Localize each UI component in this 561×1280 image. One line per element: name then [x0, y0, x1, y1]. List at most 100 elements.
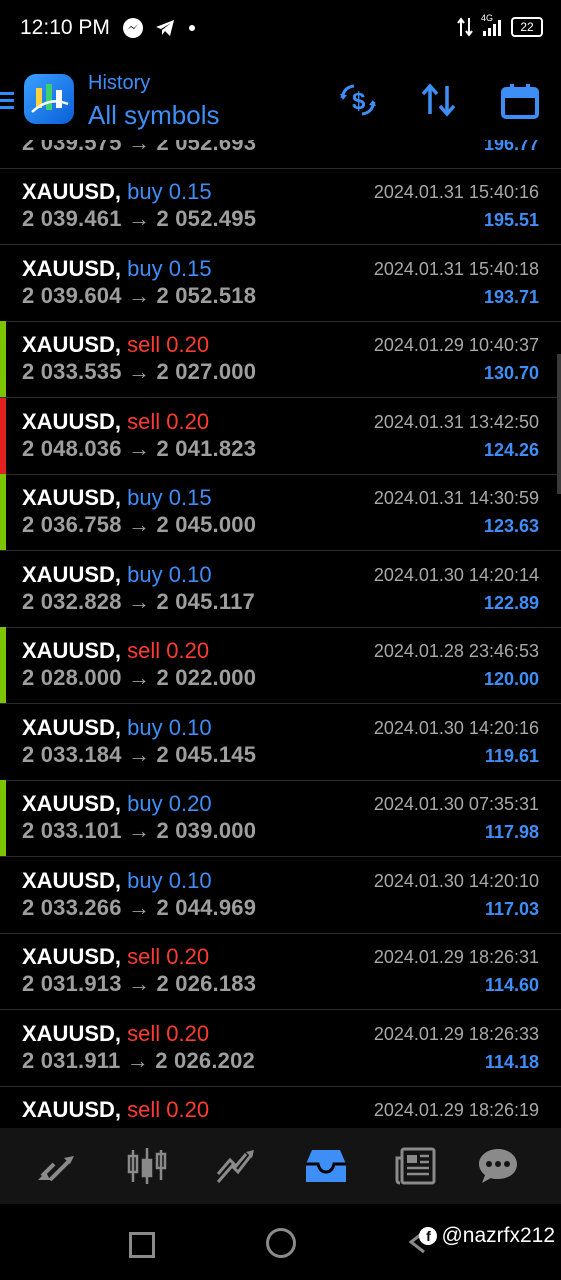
- status-time: 12:10 PM: [20, 16, 110, 39]
- symbol-name: XAUUSD,: [22, 1097, 122, 1122]
- list-item[interactable]: XAUUSD, buy 0.10 2 032.828 → 2 045.117 202…: [0, 551, 561, 628]
- symbol: XAUUSD, buy 0.15: [22, 256, 212, 282]
- side: sell: [127, 1097, 161, 1122]
- volume: 0.20: [166, 944, 210, 969]
- header-subtitle: History: [88, 72, 151, 94]
- chart-icon[interactable]: [125, 1146, 169, 1186]
- side: buy: [127, 179, 163, 204]
- prices: 2 033.101 → 2 039.000: [22, 818, 257, 843]
- profit: 114.18: [484, 1051, 539, 1072]
- profit: 117.98: [484, 822, 539, 842]
- list-item[interactable]: XAUUSD, buy 0.10 2 033.184 → 2 045.145 202…: [0, 704, 561, 781]
- profit: 120.00: [483, 669, 539, 689]
- date: 2024.01.31 15:40:18: [373, 258, 539, 279]
- list-item[interactable]: XAUUSD, buy 0.15 2 039.604 → 2 052.518 202…: [0, 245, 561, 322]
- prices: 2 031.911 → 2 026.202: [22, 1047, 255, 1073]
- list-item[interactable]: XAUUSD, sell 0.20 2 033.535 → 2 027.000 20…: [0, 321, 561, 398]
- quotes-icon[interactable]: [34, 1146, 78, 1186]
- volume: 0.20: [168, 791, 212, 816]
- volume: 0.20: [166, 1097, 210, 1122]
- status-bar: 12:10 PM 4G 22: [0, 0, 561, 58]
- list-item-partial[interactable]: 2 039.575 → 2 052.693 196.77: [0, 140, 561, 169]
- header-title[interactable]: All symbols: [88, 100, 219, 131]
- status-bar-green: [0, 321, 6, 397]
- symbol: XAUUSD, buy 0.15: [22, 485, 212, 511]
- profit: 119.61: [484, 745, 539, 766]
- date: 2024.01.30 14:20:16: [373, 717, 539, 738]
- symbol-name: XAUUSD,: [22, 255, 122, 281]
- notification-icons: [122, 17, 198, 39]
- sort-icon[interactable]: [420, 82, 458, 118]
- symbol-name: XAUUSD,: [22, 1020, 122, 1046]
- telegram-icon: [156, 20, 174, 36]
- symbol: XAUUSD, sell 0.20: [22, 638, 209, 664]
- list-item[interactable]: XAUUSD, sell 0.20 2 031.913 → 2 026.183 20…: [0, 933, 561, 1010]
- profit: 196.77: [483, 140, 539, 154]
- status-bar-green: [0, 627, 6, 703]
- side: sell: [127, 1020, 161, 1046]
- recents-button[interactable]: [129, 1232, 155, 1258]
- side: sell: [127, 332, 161, 357]
- list-item[interactable]: XAUUSD, sell 0.20 2 031.911 → 2 026.202 20…: [0, 1010, 561, 1087]
- symbol: XAUUSD, buy 0.10: [22, 868, 212, 894]
- metatrader-logo[interactable]: [24, 74, 74, 124]
- profit: 117.03: [484, 898, 539, 919]
- dot-icon: [189, 25, 195, 31]
- list-item[interactable]: XAUUSD, sell 0.20 2024.01.29 18:26:19: [0, 1086, 561, 1128]
- data-arrows-icon: [457, 17, 473, 37]
- currency-switch-icon[interactable]: $: [338, 82, 378, 118]
- status-bar-green: [0, 474, 6, 550]
- prices: 2 039.575 → 2 052.693: [22, 140, 257, 155]
- chat-icon[interactable]: [476, 1146, 520, 1186]
- list-item[interactable]: XAUUSD, sell 0.20 2 028.000 → 2 022.000 20…: [0, 627, 561, 704]
- date: 2024.01.28 23:46:53: [373, 641, 539, 661]
- date: 2024.01.31 13:42:50: [373, 411, 539, 432]
- symbol: XAUUSD, buy 0.15: [22, 179, 212, 205]
- volume: 0.15: [168, 255, 212, 281]
- symbol-name: XAUUSD,: [22, 408, 122, 434]
- symbol: XAUUSD, sell 0.20: [22, 332, 209, 358]
- watermark-text: @nazrfx212: [441, 1224, 555, 1247]
- calendar-icon[interactable]: [500, 82, 540, 120]
- history-icon[interactable]: [304, 1146, 348, 1186]
- side: sell: [127, 638, 161, 663]
- prices: 2 033.266 → 2 044.969: [22, 894, 257, 920]
- profit: 193.71: [483, 286, 539, 307]
- list-item[interactable]: XAUUSD, buy 0.15 2 036.758 → 2 045.000 202…: [0, 474, 561, 551]
- volume: 0.10: [168, 714, 212, 740]
- volume: 0.15: [168, 179, 212, 204]
- volume: 0.20: [166, 1020, 210, 1046]
- symbol-name: XAUUSD,: [22, 638, 122, 663]
- menu-icon[interactable]: [0, 88, 14, 113]
- symbol-name: XAUUSD,: [22, 179, 122, 204]
- symbol: XAUUSD, sell 0.20: [22, 1097, 209, 1123]
- list-item[interactable]: XAUUSD, sell 0.20 2 048.036 → 2 041.823 20…: [0, 397, 561, 475]
- side: buy: [127, 561, 163, 587]
- side: buy: [127, 485, 163, 510]
- volume: 0.10: [168, 561, 212, 587]
- symbol: XAUUSD, buy 0.10: [22, 562, 212, 588]
- volume: 0.20: [166, 408, 210, 434]
- date: 2024.01.31 15:40:16: [373, 182, 539, 202]
- volume: 0.10: [168, 867, 212, 893]
- side: buy: [127, 791, 163, 816]
- volume: 0.20: [166, 332, 210, 357]
- volume: 0.20: [166, 638, 210, 663]
- history-list[interactable]: 2 039.575 → 2 052.693 196.77 XAUUSD, buy…: [0, 140, 561, 1128]
- battery-icon: 22: [511, 17, 543, 37]
- scroll-indicator[interactable]: [557, 354, 561, 494]
- side: buy: [127, 255, 163, 281]
- symbol-name: XAUUSD,: [22, 485, 122, 510]
- home-button[interactable]: [266, 1228, 296, 1258]
- svg-text:$: $: [352, 88, 366, 115]
- symbol-name: XAUUSD,: [22, 714, 122, 740]
- symbol: XAUUSD, sell 0.20: [22, 409, 209, 435]
- side: sell: [127, 944, 161, 969]
- list-item[interactable]: XAUUSD, buy 0.10 2 033.266 → 2 044.969 202…: [0, 857, 561, 934]
- news-icon[interactable]: [394, 1146, 438, 1186]
- trade-icon[interactable]: [214, 1146, 258, 1186]
- list-item[interactable]: XAUUSD, buy 0.15 2 039.461 → 2 052.495 202…: [0, 168, 561, 245]
- signal-icon: 4G: [481, 13, 503, 37]
- list-item[interactable]: XAUUSD, buy 0.20 2 033.101 → 2 039.000 202…: [0, 780, 561, 857]
- symbol-name: XAUUSD,: [22, 791, 122, 816]
